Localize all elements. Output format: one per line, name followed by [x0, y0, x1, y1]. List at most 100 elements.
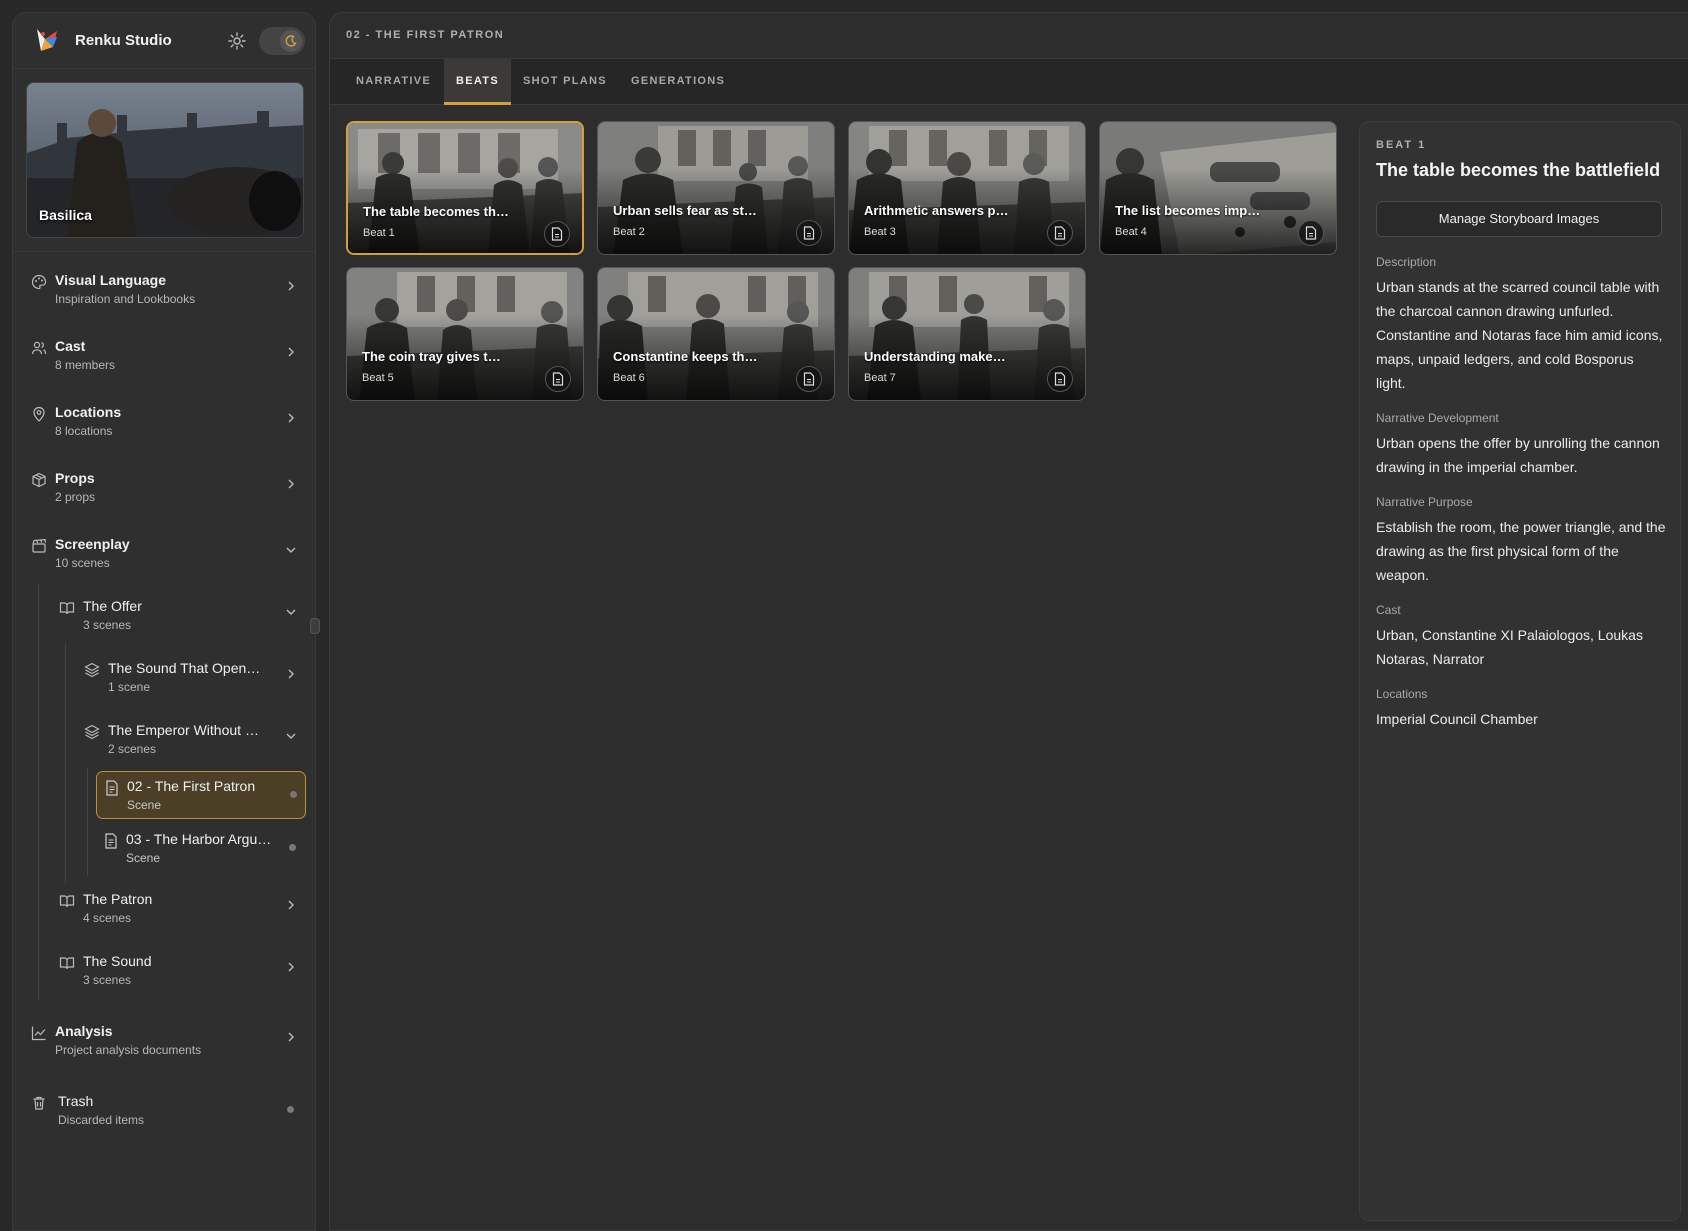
beat-document-button[interactable] [1047, 366, 1073, 392]
act-title: The Offer [83, 598, 142, 614]
sequence-item-sound-that-opens[interactable]: The Sound That Open… 1 scene [84, 660, 309, 704]
beat-card-4[interactable]: The list becomes imp… Beat 4 [1099, 121, 1337, 255]
nav-cast[interactable]: Cast 8 members [13, 338, 315, 388]
scene-item-harbor-argument[interactable]: 03 - The Harbor Argu… Scene [96, 825, 306, 873]
file-icon [551, 227, 563, 241]
act-title: The Patron [83, 891, 153, 907]
theme-toggle-knob [280, 30, 302, 52]
beat-card-7[interactable]: Understanding make… Beat 7 [848, 267, 1086, 401]
nav-locations[interactable]: Locations 8 locations [13, 404, 315, 454]
status-dot [287, 1106, 294, 1113]
nav-screenplay[interactable]: Screenplay 10 scenes [13, 536, 315, 586]
narrative-purpose-text: Establish the room, the power triangle, … [1376, 519, 1666, 583]
nav-title: Trash [58, 1093, 94, 1109]
nav-title: Screenplay [55, 536, 130, 552]
book-open-icon [59, 957, 75, 970]
file-icon [803, 226, 815, 240]
app-name: Renku Studio [75, 32, 172, 49]
brand-header: Renku Studio [13, 13, 315, 69]
manage-storyboard-images-button[interactable]: Manage Storyboard Images [1376, 201, 1662, 237]
app-root: Renku Studio Basilica Visual Language In… [0, 0, 1688, 1231]
nav-subtitle: Project analysis documents [55, 1043, 202, 1057]
file-icon [803, 372, 815, 386]
status-dot [289, 844, 296, 851]
act-item-the-sound[interactable]: The Sound 3 scenes [59, 953, 309, 997]
tab-shot-plans[interactable]: SHOT PLANS [511, 59, 619, 105]
tab-narrative[interactable]: NARRATIVE [344, 59, 443, 105]
nav-subtitle: 8 locations [55, 424, 113, 438]
line-chart-icon [31, 1026, 46, 1041]
palette-icon [31, 274, 47, 290]
tab-beats[interactable]: BEATS [444, 59, 511, 105]
theme-toggle[interactable] [259, 27, 305, 55]
file-icon [1054, 226, 1066, 240]
nav-visual-language[interactable]: Visual Language Inspiration and Lookbook… [13, 272, 315, 322]
beat-label: Beat 6 [613, 372, 645, 384]
act-subtitle: 3 scenes [83, 618, 132, 632]
nav-trash[interactable]: Trash Discarded items [13, 1093, 315, 1143]
sequence-title: The Emperor Without … [108, 722, 259, 738]
beat-document-button[interactable] [1047, 220, 1073, 246]
beat-card-6[interactable]: Constantine keeps th… Beat 6 [597, 267, 835, 401]
nav-props[interactable]: Props 2 props [13, 470, 315, 520]
sequence-subtitle: 2 scenes [108, 742, 157, 756]
layers-icon [84, 724, 100, 740]
beat-document-button[interactable] [796, 220, 822, 246]
beat-title: The list becomes imp… [1115, 203, 1261, 218]
app-logo-icon [37, 29, 57, 51]
nav-subtitle: Discarded items [58, 1113, 145, 1127]
beat-document-button[interactable] [545, 366, 571, 392]
beat-label: Beat 2 [613, 226, 645, 238]
sequence-item-emperor-without[interactable]: The Emperor Without … 2 scenes [84, 722, 309, 766]
scene-title: 02 - The First Patron [127, 778, 256, 794]
file-icon [552, 372, 564, 386]
project-name: Basilica [39, 207, 92, 223]
nav-subtitle: 10 scenes [55, 556, 110, 570]
beat-document-button[interactable] [1298, 220, 1324, 246]
clapperboard-icon [32, 538, 47, 553]
settings-gear-icon[interactable] [227, 31, 247, 51]
nav-subtitle: 2 props [55, 490, 96, 504]
beat-title: Arithmetic answers p… [864, 203, 1009, 218]
nav-analysis[interactable]: Analysis Project analysis documents [13, 1023, 315, 1073]
nav-title: Locations [55, 404, 122, 420]
beat-label: Beat 4 [1115, 226, 1147, 238]
project-card[interactable]: Basilica [26, 82, 304, 238]
sidebar: Renku Studio Basilica Visual Language In… [12, 12, 316, 1231]
scene-subtitle: Scene [127, 798, 162, 812]
chevron-right-icon [288, 669, 294, 679]
nav-title: Visual Language [55, 272, 166, 288]
tab-bar: NARRATIVE BEATS SHOT PLANS GENERATIONS [330, 58, 1688, 105]
file-text-icon [105, 833, 117, 849]
beat-detail-title: The table becomes the battlefield [1376, 160, 1661, 180]
book-open-icon [59, 895, 75, 908]
narrative-development-label: Narrative Development [1376, 411, 1499, 425]
chevron-down-icon [286, 609, 296, 615]
beat-card-2[interactable]: Urban sells fear as st… Beat 2 [597, 121, 835, 255]
description-label: Description [1376, 255, 1437, 269]
beat-title: The coin tray gives t… [362, 349, 501, 364]
cast-label: Cast [1376, 603, 1401, 617]
chevron-right-icon [288, 479, 294, 489]
beat-document-button[interactable] [796, 366, 822, 392]
act-item-the-patron[interactable]: The Patron 4 scenes [59, 891, 309, 935]
beat-card-3[interactable]: Arithmetic answers p… Beat 3 [848, 121, 1086, 255]
narrative-development-text: Urban opens the offer by unrolling the c… [1376, 435, 1660, 475]
divider [13, 251, 315, 252]
beat-card-5[interactable]: The coin tray gives t… Beat 5 [346, 267, 584, 401]
sidebar-resize-handle[interactable] [310, 618, 320, 634]
locations-label: Locations [1376, 687, 1428, 701]
act-item-the-offer[interactable]: The Offer 3 scenes [59, 598, 309, 642]
breadcrumb: 02 - THE FIRST PATRON [346, 29, 505, 41]
act-subtitle: 4 scenes [83, 911, 132, 925]
package-icon [32, 472, 46, 488]
beat-label: Beat 7 [864, 372, 896, 384]
map-pin-icon [33, 406, 45, 422]
scene-item-first-patron[interactable]: 02 - The First Patron Scene [96, 771, 306, 819]
act-title: The Sound [83, 953, 152, 969]
tab-generations[interactable]: GENERATIONS [619, 59, 737, 105]
beat-document-button[interactable] [544, 221, 570, 247]
beat-card-1[interactable]: The table becomes th… Beat 1 [346, 121, 584, 255]
sequence-subtitle: 1 scene [108, 680, 151, 694]
file-text-icon [106, 780, 118, 796]
